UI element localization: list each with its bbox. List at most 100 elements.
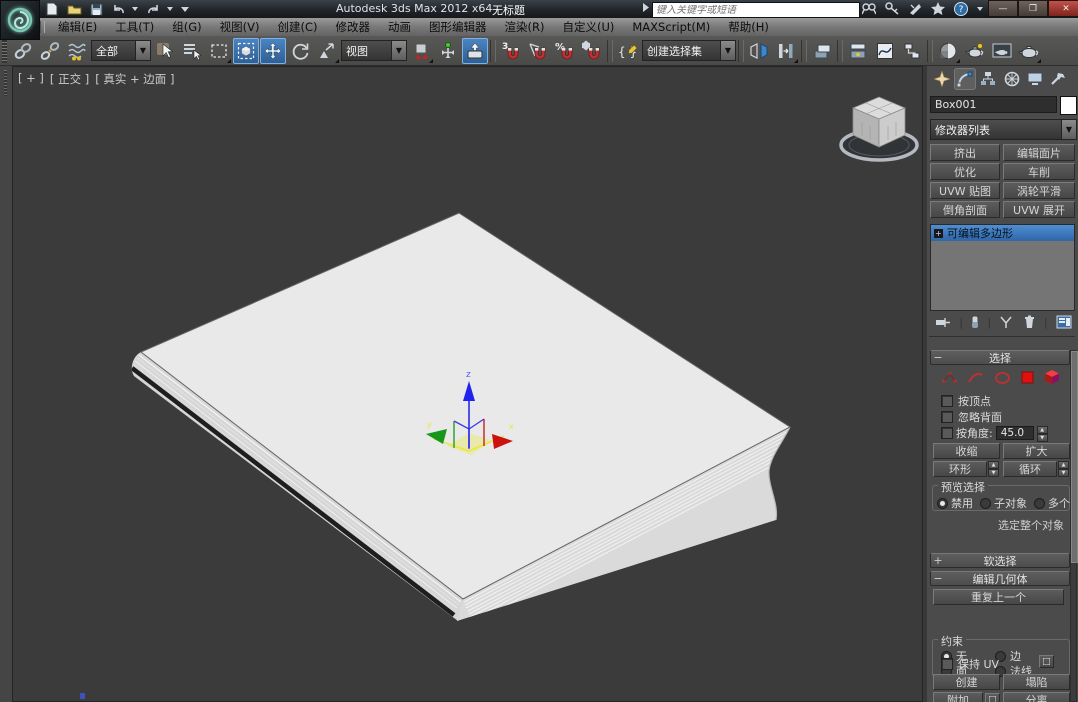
- keyboard-override-toggle-icon[interactable]: [462, 37, 488, 64]
- viewport-canvas[interactable]: z y x: [13, 67, 922, 701]
- help-icon[interactable]: ?: [954, 1, 968, 16]
- selection-filter-dropdown[interactable]: 全部 ▼: [91, 40, 151, 61]
- redo-dropdown-icon[interactable]: [167, 2, 174, 16]
- polygon-subobject-icon[interactable]: [1020, 370, 1035, 385]
- select-by-name-icon[interactable]: [179, 38, 205, 64]
- tab-create-icon[interactable]: [931, 68, 953, 90]
- stack-expand-icon[interactable]: +: [934, 228, 943, 238]
- reference-coordinate-dropdown[interactable]: 视图 ▼: [341, 40, 407, 61]
- scene-object-book[interactable]: [129, 212, 800, 623]
- perspective-viewport[interactable]: [ + ] [ 正交 ] [ 真实 + 边面 ] z y x: [12, 66, 923, 702]
- graphite-ribbon-toggle-icon[interactable]: [845, 38, 871, 64]
- undo-icon[interactable]: [110, 2, 126, 16]
- tab-display-icon[interactable]: [1024, 68, 1046, 90]
- angle-snap-toggle-icon[interactable]: [525, 38, 551, 64]
- search-input[interactable]: [653, 4, 859, 16]
- maximize-button[interactable]: ❐: [1018, 0, 1048, 17]
- collapse-button[interactable]: 塌陷: [1003, 674, 1070, 690]
- search-icon[interactable]: [862, 2, 876, 15]
- spinner-snap-toggle-icon[interactable]: [579, 38, 605, 64]
- help-dropdown-icon[interactable]: [977, 6, 983, 11]
- menu-modifiers[interactable]: 修改器: [327, 18, 380, 36]
- select-and-scale-icon[interactable]: [314, 38, 340, 64]
- menu-rendering[interactable]: 渲染(R): [496, 18, 554, 36]
- ignore-backfacing-checkbox[interactable]: [941, 411, 953, 423]
- configure-modifier-sets-icon[interactable]: [1056, 315, 1072, 329]
- shrink-button[interactable]: 收缩: [933, 443, 1000, 459]
- select-and-manipulate-icon[interactable]: [435, 38, 461, 64]
- edit-named-selection-sets-icon[interactable]: { }: [615, 38, 641, 64]
- stack-item-editable-poly[interactable]: + 可编辑多边形: [931, 225, 1074, 241]
- application-menu-button[interactable]: [0, 0, 40, 40]
- loop-button[interactable]: 循环: [1003, 461, 1057, 477]
- menu-customize[interactable]: 自定义(U): [553, 18, 623, 36]
- favorites-star-icon[interactable]: [931, 2, 945, 15]
- mirror-icon[interactable]: [746, 38, 772, 64]
- open-file-icon[interactable]: [66, 2, 82, 16]
- schematic-view-icon[interactable]: [899, 38, 925, 64]
- by-angle-checkbox[interactable]: [941, 427, 953, 439]
- percent-snap-toggle-icon[interactable]: %: [552, 38, 578, 64]
- window-crossing-toggle-icon[interactable]: [233, 37, 259, 64]
- menu-group[interactable]: 组(G): [163, 18, 210, 36]
- edge-subobject-icon[interactable]: [967, 370, 984, 385]
- border-subobject-icon[interactable]: [994, 370, 1011, 385]
- preview-disable-radio[interactable]: [937, 497, 948, 509]
- modifier-list-dropdown[interactable]: 修改器列表 ▼: [930, 119, 1077, 140]
- key-icon[interactable]: [885, 2, 899, 15]
- by-angle-field[interactable]: 45.0: [995, 426, 1034, 440]
- by-vertex-checkbox[interactable]: [941, 395, 953, 407]
- layer-manager-icon[interactable]: [809, 38, 835, 64]
- menu-maxscript[interactable]: MAXScript(M): [623, 19, 719, 35]
- select-and-move-icon[interactable]: [260, 37, 286, 64]
- object-name-field[interactable]: Box001: [930, 96, 1057, 113]
- attach-button[interactable]: 附加: [933, 692, 983, 702]
- align-icon[interactable]: [773, 38, 799, 64]
- create-button[interactable]: 创建: [933, 674, 1000, 690]
- modbtn-unwrap-uvw[interactable]: UVW 展开: [1003, 201, 1075, 218]
- bind-to-spacewarp-icon[interactable]: [64, 38, 90, 64]
- attach-settings-button[interactable]: [985, 693, 1000, 702]
- repeat-last-button[interactable]: 重复上一个: [933, 589, 1064, 605]
- modbtn-bevel-profile[interactable]: 倒角剖面: [930, 201, 1000, 218]
- infocenter-expand-icon[interactable]: [643, 3, 649, 12]
- preview-multi-radio[interactable]: [1034, 497, 1045, 509]
- pin-stack-icon[interactable]: [935, 316, 951, 329]
- tab-modify-icon[interactable]: [954, 68, 977, 90]
- material-editor-icon[interactable]: [935, 38, 961, 64]
- unlink-icon[interactable]: [37, 38, 63, 64]
- menu-graph-editors[interactable]: 图形编辑器: [420, 18, 496, 36]
- preserve-uv-checkbox[interactable]: [941, 658, 953, 670]
- rollout-selection[interactable]: − 选择: [930, 350, 1070, 365]
- modbtn-uvw-map[interactable]: UVW 贴图: [930, 182, 1000, 199]
- ring-button[interactable]: 环形: [933, 461, 987, 477]
- element-subobject-icon[interactable]: [1044, 369, 1061, 385]
- menu-edit[interactable]: 编辑(E): [49, 18, 106, 36]
- show-end-result-icon[interactable]: [971, 315, 979, 329]
- object-color-swatch[interactable]: [1060, 96, 1077, 115]
- named-selection-sets-dropdown[interactable]: 创建选择集 ▼: [642, 40, 736, 61]
- rollout-edit-geometry[interactable]: − 编辑几何体: [930, 571, 1070, 586]
- vertex-subobject-icon[interactable]: [941, 370, 958, 385]
- detach-button[interactable]: 分离: [1003, 692, 1070, 702]
- modbtn-lathe[interactable]: 车削: [1003, 163, 1075, 180]
- tab-utilities-icon[interactable]: [1047, 68, 1069, 90]
- save-icon[interactable]: [88, 2, 104, 16]
- new-file-icon[interactable]: [44, 2, 60, 16]
- rectangular-selection-region-icon[interactable]: [206, 38, 232, 64]
- satellite-icon[interactable]: [908, 2, 922, 15]
- use-pivot-point-center-icon[interactable]: [408, 38, 434, 64]
- render-setup-icon[interactable]: [962, 38, 988, 64]
- menu-tools[interactable]: 工具(T): [106, 18, 163, 36]
- remove-modifier-icon[interactable]: [1023, 315, 1036, 329]
- select-object-icon[interactable]: [152, 38, 178, 64]
- modbtn-optimize[interactable]: 优化: [930, 163, 1000, 180]
- modbtn-turbosmooth[interactable]: 涡轮平滑: [1003, 182, 1075, 199]
- panel-scrollbar[interactable]: [1070, 350, 1078, 702]
- menu-create[interactable]: 创建(C): [268, 18, 326, 36]
- render-production-icon[interactable]: [1016, 38, 1042, 64]
- snaps-toggle-3d-icon[interactable]: 3: [498, 38, 524, 64]
- menu-views[interactable]: 视图(V): [211, 18, 269, 36]
- curve-editor-icon[interactable]: [872, 38, 898, 64]
- modbtn-extrude[interactable]: 挤出: [930, 144, 1000, 161]
